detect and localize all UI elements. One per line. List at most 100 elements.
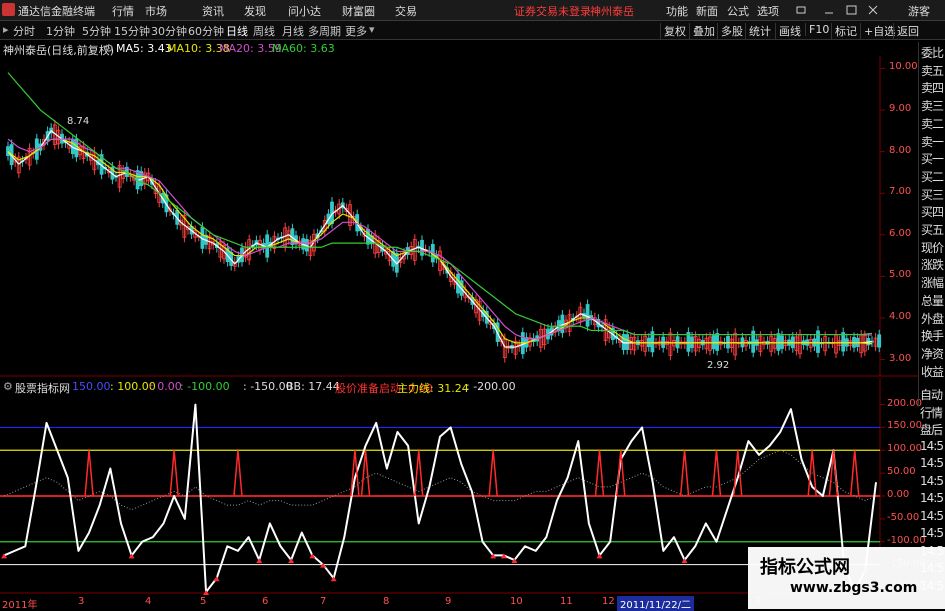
add-favorite-button[interactable]: +自选: [860, 23, 895, 39]
menu-options[interactable]: 选项: [757, 3, 779, 19]
quote-field-label[interactable]: 买三: [921, 186, 944, 203]
candle-body: [229, 252, 234, 266]
quote-field-label[interactable]: 委比: [921, 44, 944, 61]
candle-body: [85, 151, 90, 157]
quote-field-label[interactable]: 卖五: [921, 62, 944, 79]
quote-field-label[interactable]: 卖二: [921, 115, 944, 132]
overlay-button[interactable]: 叠加: [689, 23, 715, 39]
candle-body: [128, 173, 133, 178]
tick-list-item[interactable]: 14:5: [920, 474, 944, 488]
mark-button[interactable]: 标记: [831, 23, 857, 39]
quote-field-label[interactable]: 换手: [921, 327, 944, 344]
login-alert[interactable]: 证券交易未登录: [514, 3, 591, 19]
quote-field-label[interactable]: 买二: [921, 168, 944, 185]
main-y-tick-label: 7.00: [889, 186, 912, 198]
menu-guest[interactable]: 游客: [908, 3, 930, 19]
period-tab-30min[interactable]: 30分钟: [151, 23, 187, 39]
candle-body: [56, 129, 61, 145]
period-tab-1min[interactable]: 1分钟: [46, 23, 75, 39]
sub-settings-icon[interactable]: ⚙: [3, 380, 13, 393]
expand-arrow-icon[interactable]: ▸: [3, 23, 9, 36]
period-tab-more[interactable]: 更多: [345, 23, 367, 39]
stats-button[interactable]: 统计: [745, 23, 771, 39]
quote-field-label[interactable]: 买一: [921, 150, 944, 167]
menu-function[interactable]: 功能: [666, 3, 688, 19]
period-tab-15min[interactable]: 15分钟: [114, 23, 150, 39]
period-tab-daily[interactable]: 日线: [226, 23, 248, 39]
quote-field-label[interactable]: 涨幅: [921, 274, 944, 291]
main-y-tick-label: 5.00: [889, 269, 912, 281]
menu-item-discover[interactable]: 发现: [244, 3, 266, 19]
candle-body: [326, 213, 331, 225]
candle-body: [790, 336, 795, 349]
menu-item-wealth[interactable]: 财富圈: [342, 3, 375, 19]
tick-list-item[interactable]: 14:5: [920, 509, 944, 523]
period-tab-multi[interactable]: 多周期: [308, 23, 341, 39]
signal-spike: [807, 450, 817, 497]
quote-field-label[interactable]: 收益: [921, 363, 944, 380]
quote-field-label[interactable]: 净资: [921, 345, 944, 362]
candle-body: [690, 336, 694, 349]
candle-body: [747, 341, 752, 345]
candle-body: [369, 235, 374, 245]
candle-body: [700, 340, 705, 346]
candle-body: [294, 235, 298, 245]
quote-field-label[interactable]: 涨跌: [921, 256, 944, 273]
menu-new-page[interactable]: 新面: [696, 3, 718, 19]
menu-item-market[interactable]: 市场: [145, 3, 167, 19]
candle-body: [49, 127, 54, 134]
f10-button[interactable]: F10: [805, 23, 829, 36]
draw-line-button[interactable]: 画线: [775, 23, 801, 39]
quote-field-label[interactable]: 卖一: [921, 133, 944, 150]
restore-icon: [796, 6, 806, 14]
period-tab-60min[interactable]: 60分钟: [188, 23, 224, 39]
menu-formula[interactable]: 公式: [727, 3, 749, 19]
candle-body: [657, 340, 662, 346]
tick-list-item[interactable]: 14:5: [920, 526, 944, 540]
candle-body: [330, 201, 334, 224]
period-tab-5min[interactable]: 5分钟: [82, 23, 111, 39]
quote-field-label[interactable]: 卖四: [921, 79, 944, 96]
tick-list-item[interactable]: 14:5: [920, 491, 944, 505]
tick-list-item[interactable]: 自动: [920, 386, 943, 403]
tick-list-item[interactable]: 14:5: [920, 456, 944, 470]
period-tab-timeshare[interactable]: 分时: [13, 23, 35, 39]
settings-gear-icon[interactable]: ⚙: [104, 42, 114, 55]
candle-body: [650, 331, 655, 353]
candle-body: [153, 182, 158, 194]
back-button[interactable]: 返回: [893, 23, 919, 39]
period-tab-weekly[interactable]: 周线: [253, 23, 275, 39]
candle-body: [852, 336, 856, 348]
buy-arrow-mark: [320, 562, 327, 568]
candle-body: [160, 193, 165, 204]
candle-body: [528, 337, 532, 347]
menu-item-trade[interactable]: 交易: [395, 3, 417, 19]
menu-item-news[interactable]: 资讯: [202, 3, 224, 19]
quote-field-label[interactable]: 买五: [921, 221, 944, 238]
menu-item-assistant[interactable]: 问小达: [288, 3, 321, 19]
quote-field-label[interactable]: 外盘: [921, 310, 944, 327]
candle-body: [625, 334, 630, 350]
candle-body: [117, 165, 122, 188]
quote-field-label[interactable]: 现价: [921, 239, 944, 256]
legend-ma5: MA5: 3.43: [116, 42, 172, 55]
candle-body: [150, 179, 154, 185]
quote-field-label[interactable]: 买四: [921, 203, 944, 220]
quote-field-label[interactable]: 卖三: [921, 97, 944, 114]
multi-stock-button[interactable]: 多股: [717, 23, 743, 39]
tick-list-item[interactable]: 14:5: [920, 439, 944, 453]
candle-body: [830, 342, 835, 345]
x-tick-label: 5: [200, 596, 207, 607]
tick-list-item[interactable]: 行情: [920, 404, 943, 421]
candle-body: [207, 235, 212, 250]
period-tab-monthly[interactable]: 月线: [282, 23, 304, 39]
menu-item-quotes[interactable]: 行情: [112, 3, 134, 19]
candle-body: [240, 247, 244, 263]
quote-field-label[interactable]: 总量: [921, 292, 944, 309]
tick-list-item[interactable]: 盘后: [920, 421, 943, 438]
adjust-button[interactable]: 复权: [660, 23, 686, 39]
candle-body: [110, 166, 115, 180]
more-dropdown-icon[interactable]: ▾: [369, 23, 375, 36]
candle-body: [578, 306, 583, 323]
candle-body: [531, 337, 536, 343]
